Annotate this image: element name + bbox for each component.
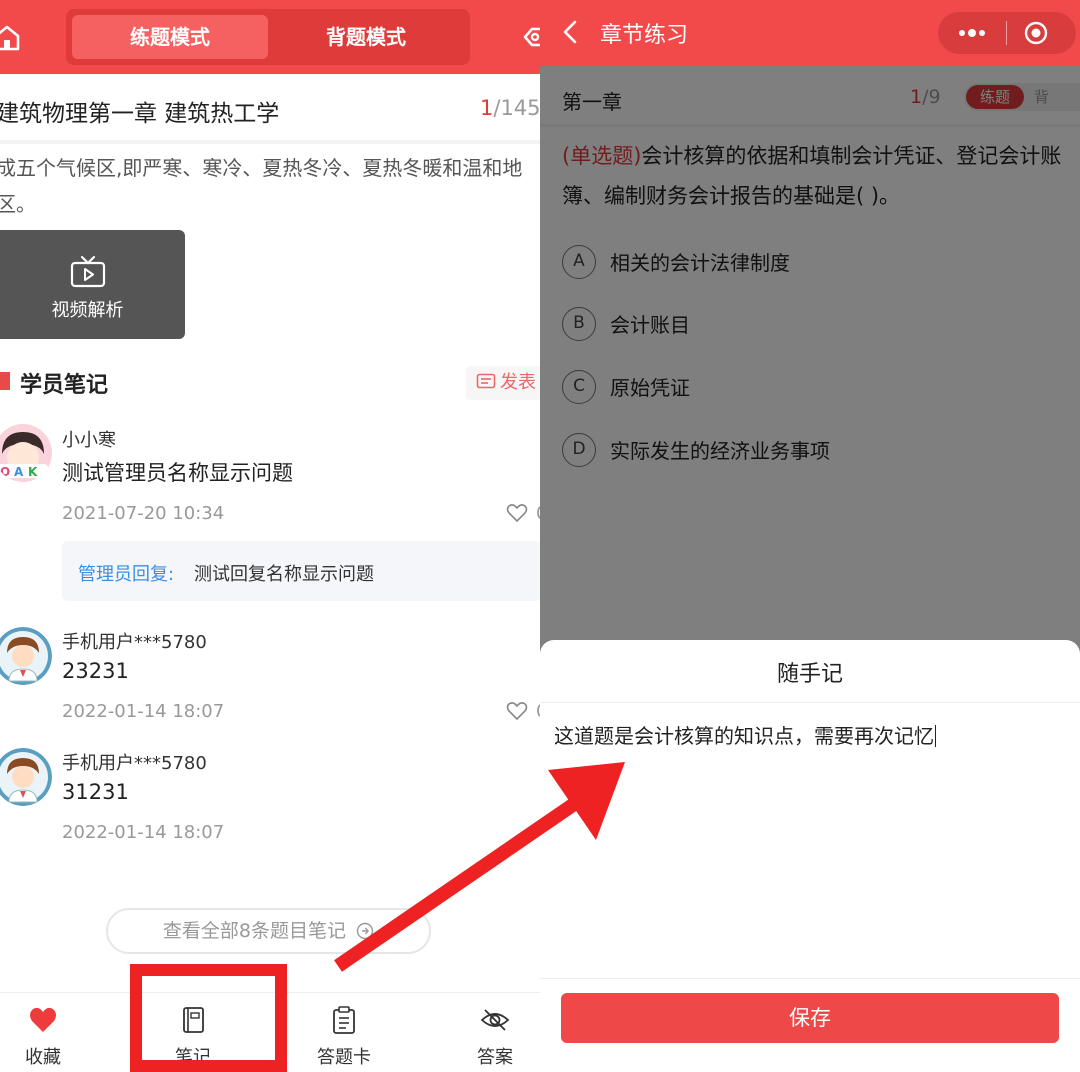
avatar[interactable] — [0, 627, 52, 685]
note-username: 小小寒 — [62, 430, 116, 451]
notes-section-title: 学员笔记 — [20, 373, 109, 398]
nav-bar: 章节练习 — [540, 0, 1080, 66]
right-panel: 章节练习 第一章 1/9 练题 背 (单选题)会计核算的依据和填制会计凭证、登记… — [540, 0, 1080, 1072]
quick-note-sheet: 随手记 这道题是会计核算的知识点，需要再次记忆 保存 — [540, 640, 1080, 1072]
post-note-label: 发表 — [500, 372, 536, 393]
eye-off-icon — [480, 1009, 510, 1031]
view-all-label: 查看全部8条题目笔记 — [162, 920, 347, 942]
tab-practice-mode[interactable]: 练题模式 — [72, 15, 268, 59]
text-caret — [935, 725, 936, 747]
admin-reply-text: 测试回复名称显示问题 — [194, 564, 374, 585]
like-heart-icon[interactable] — [506, 503, 528, 523]
video-analysis-label: 视频解析 — [51, 300, 124, 321]
note-textarea[interactable]: 这道题是会计核算的知识点，需要再次记忆 — [554, 720, 936, 749]
mode-toggle: 练题模式 背题模式 — [66, 9, 470, 65]
settings-icon[interactable] — [516, 22, 540, 52]
left-panel: 练题模式 背题模式 建筑物理第一章 建筑热工学 1/145 成五个气候区,即严寒… — [0, 0, 540, 1072]
progress-total: /145 — [493, 96, 540, 120]
comment-icon — [476, 373, 496, 389]
save-button[interactable]: 保存 — [561, 993, 1059, 1043]
note-input-value: 这道题是会计核算的知识点，需要再次记忆 — [554, 724, 934, 748]
clipboard-icon — [333, 1006, 355, 1034]
mini-program-capsule — [938, 12, 1076, 54]
close-target-icon[interactable] — [1024, 21, 1048, 45]
avatar-image — [0, 748, 52, 806]
note-time: 2021-07-20 10:34 — [62, 503, 225, 524]
avatar[interactable]: O A K — [0, 424, 52, 482]
note-username: 手机用户***5780 — [62, 753, 207, 774]
practice-header: 练题模式 背题模式 — [0, 0, 540, 74]
heart-icon — [30, 1007, 56, 1032]
sheet-title: 随手记 — [776, 662, 843, 687]
favorite-label: 收藏 — [25, 1047, 61, 1068]
more-icon[interactable] — [956, 24, 988, 42]
admin-reply: 管理员回复: 测试回复名称显示问题 — [62, 541, 540, 601]
divider — [540, 702, 1080, 703]
back-icon[interactable] — [562, 20, 578, 44]
view-all-notes-button[interactable]: 查看全部8条题目笔记 — [106, 908, 431, 954]
avatar[interactable] — [0, 748, 52, 806]
favorite-button[interactable]: 收藏 — [0, 993, 98, 1072]
divider — [0, 140, 540, 144]
section-marker — [0, 372, 10, 390]
question-text: 成五个气候区,即严寒、寒冷、夏热冬冷、夏热冬暖和温和地区。 — [0, 156, 523, 216]
video-analysis-button[interactable]: 视频解析 — [0, 230, 185, 339]
admin-reply-label: 管理员回复: — [78, 564, 175, 585]
arrow-right-circle-icon — [356, 922, 374, 940]
svg-text:K: K — [28, 465, 38, 479]
note-time: 2022-01-14 18:07 — [62, 822, 225, 843]
highlight-box — [130, 964, 287, 1072]
note-content: 测试管理员名称显示问题 — [62, 461, 293, 485]
avatar-image — [0, 627, 52, 685]
page-title: 章节练习 — [600, 23, 689, 48]
tv-play-icon — [70, 255, 106, 288]
home-icon[interactable] — [0, 22, 22, 52]
answer-label: 答案 — [477, 1047, 513, 1068]
note-username: 手机用户***5780 — [62, 632, 207, 653]
svg-text:A: A — [14, 465, 24, 479]
chapter-title: 建筑物理第一章 建筑热工学 — [0, 101, 280, 127]
like-heart-icon[interactable] — [506, 701, 528, 721]
divider — [540, 978, 1080, 979]
tab-recite-mode[interactable]: 背题模式 — [268, 15, 464, 59]
note-content: 31231 — [62, 780, 129, 804]
capsule-divider — [1006, 21, 1007, 45]
answer-button[interactable]: 答案 — [440, 993, 540, 1072]
answer-card-button[interactable]: 答题卡 — [289, 993, 399, 1072]
answer-card-label: 答题卡 — [317, 1047, 371, 1068]
svg-text:O: O — [0, 465, 10, 479]
progress-current: 1 — [480, 96, 494, 120]
question-progress: 1/145 — [480, 96, 540, 120]
note-time: 2022-01-14 18:07 — [62, 701, 225, 722]
post-note-button[interactable]: 发表 — [466, 366, 540, 400]
avatar-image: O A K — [0, 424, 52, 482]
note-content: 23231 — [62, 659, 129, 683]
